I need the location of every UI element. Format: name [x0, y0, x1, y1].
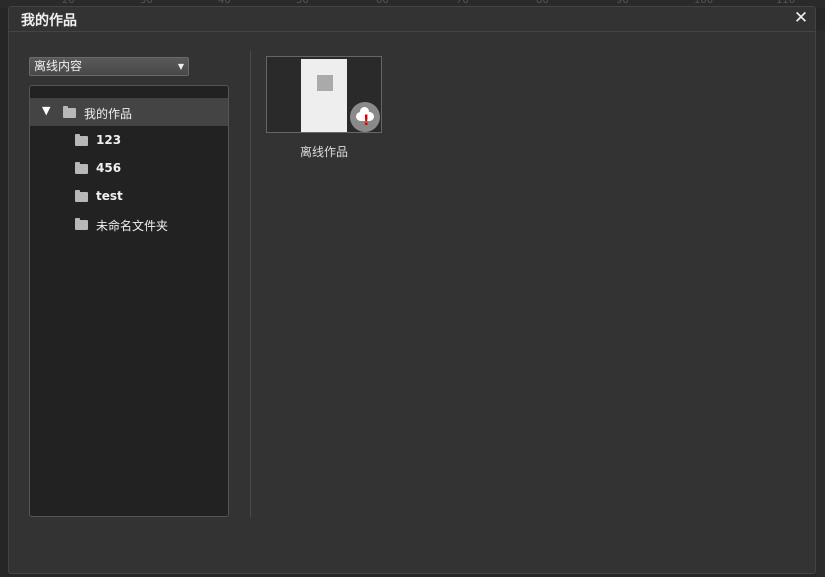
tree-item-folder[interactable]: 456 — [30, 154, 228, 182]
image-placeholder-icon — [317, 75, 333, 91]
close-button[interactable]: ✕ — [793, 9, 809, 27]
content-source-dropdown[interactable]: 离线内容 ▼ — [29, 57, 189, 76]
folder-icon — [75, 218, 88, 230]
page-preview — [301, 59, 347, 132]
alert-icon: ! — [363, 113, 370, 129]
cloud-alert-icon: ! — [350, 102, 380, 132]
folder-icon — [75, 162, 88, 174]
my-works-dialog: 我的作品 ✕ 离线内容 ▼ ▼ 我的作品 123 456 test 未命名文件夹 — [8, 6, 816, 574]
dropdown-selected-value: 离线内容 — [34, 59, 83, 73]
tree-item-label: 123 — [96, 133, 122, 147]
folder-icon — [75, 190, 88, 202]
tree-item-folder[interactable]: 123 — [30, 126, 228, 154]
tree-item-label: test — [96, 189, 123, 203]
dialog-title: 我的作品 — [21, 13, 77, 29]
tree-item-label: 我的作品 — [84, 107, 133, 121]
tree-item-label: 未命名文件夹 — [96, 219, 169, 233]
tree-item-folder[interactable]: 未命名文件夹 — [30, 210, 228, 238]
work-thumbnail[interactable]: ! — [266, 56, 382, 133]
background-right-panel — [816, 30, 825, 577]
tree-item-root[interactable]: ▼ 我的作品 — [30, 98, 228, 126]
panel-divider — [250, 51, 251, 517]
dialog-titlebar: 我的作品 ✕ — [9, 7, 815, 32]
work-title[interactable]: 离线作品 — [266, 143, 382, 160]
folder-icon — [75, 134, 88, 146]
folder-icon — [63, 106, 76, 118]
tree-item-label: 456 — [96, 161, 122, 175]
folder-tree: ▼ 我的作品 123 456 test 未命名文件夹 — [29, 85, 229, 517]
tree-item-folder[interactable]: test — [30, 182, 228, 210]
expand-toggle-icon[interactable]: ▼ — [42, 104, 50, 117]
chevron-down-icon: ▼ — [177, 62, 184, 71]
